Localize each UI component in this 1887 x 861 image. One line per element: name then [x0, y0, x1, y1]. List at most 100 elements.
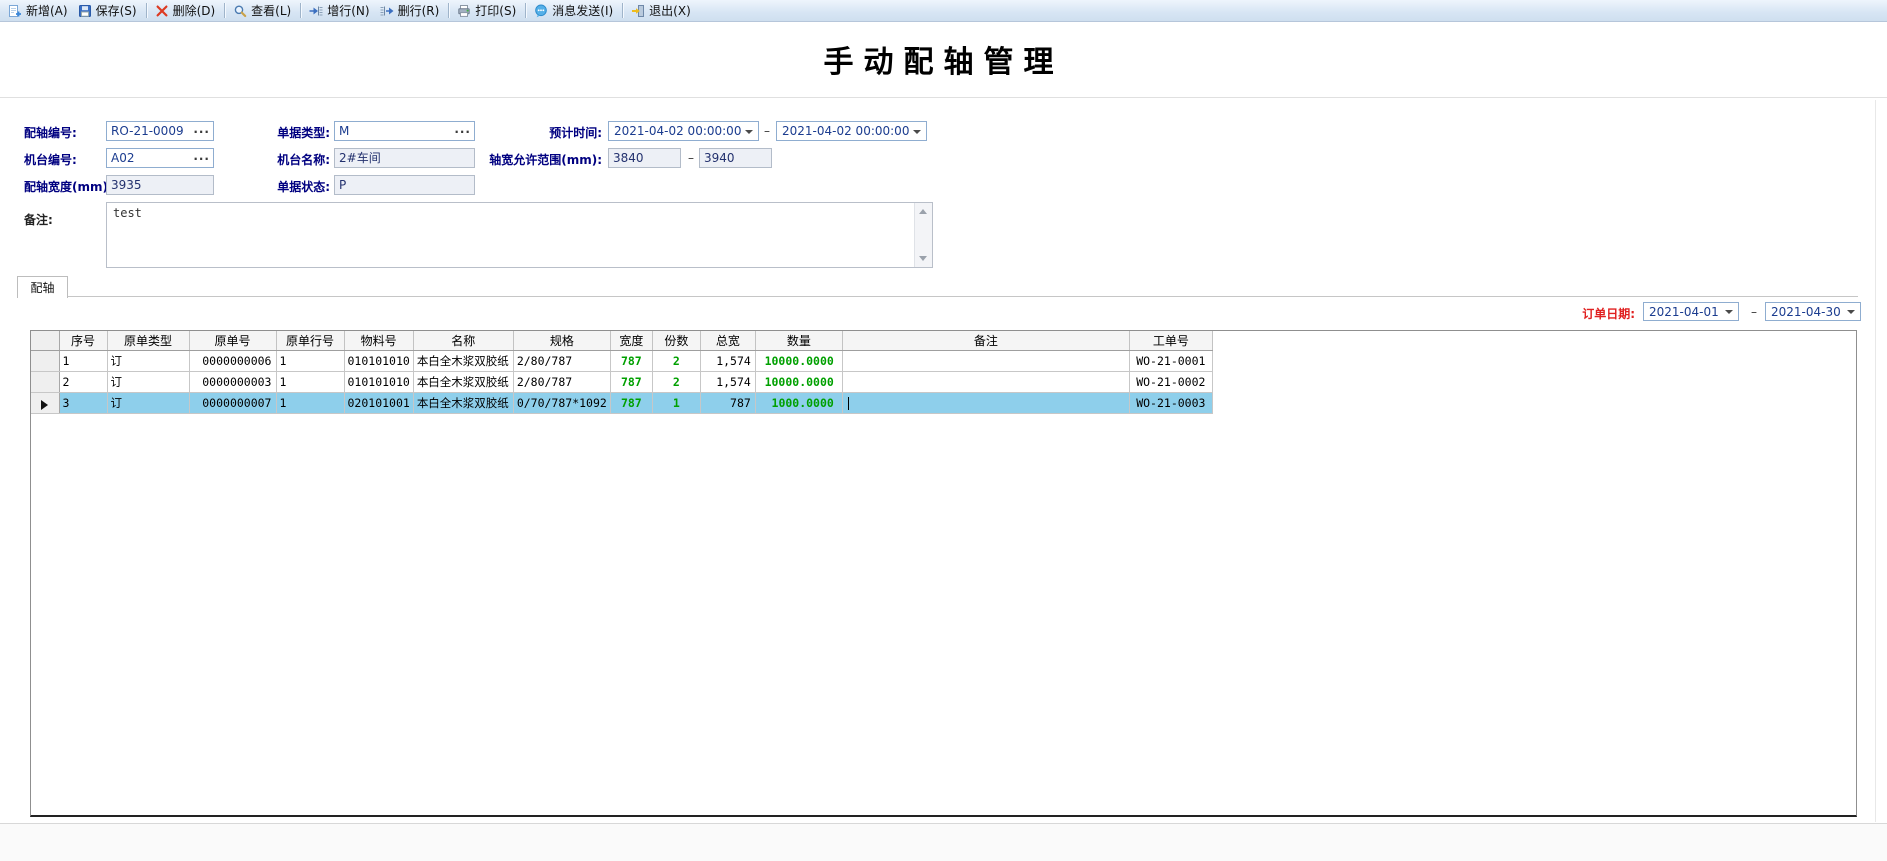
send-message-button[interactable]: 消息发送(I): [530, 1, 619, 20]
grid-cell[interactable]: 787: [610, 351, 652, 372]
grid-cell[interactable]: 10000.0000: [755, 372, 842, 393]
grid-header-cell[interactable]: 工单号: [1129, 331, 1212, 351]
toolbar-button-label: 删除(D): [173, 2, 216, 19]
peizhou-table: 序号原单类型原单号原单行号物料号名称规格宽度份数总宽数量备注工单号 1订0000…: [31, 331, 1213, 414]
order-date-to-combo[interactable]: 2021-04-30: [1765, 302, 1861, 321]
page-title: 手动配轴管理: [824, 37, 1064, 81]
axis-no-value: RO-21-0009: [111, 124, 184, 138]
grid-header-cell[interactable]: 原单行号: [276, 331, 344, 351]
grid-cell[interactable]: 010101010: [344, 351, 413, 372]
toolbar-button-label: 删行(R): [398, 2, 440, 19]
grid-cell[interactable]: 本白全木浆双胶纸: [413, 372, 513, 393]
save-button[interactable]: 保存(S): [74, 1, 143, 20]
grid-header-cell[interactable]: 规格: [513, 331, 610, 351]
row-selector-cell[interactable]: [31, 351, 59, 372]
toolbar-separator: [224, 3, 226, 18]
grid-header-cell[interactable]: 份数: [652, 331, 700, 351]
new-button[interactable]: 新增(A): [4, 1, 74, 20]
grid-header-cell[interactable]: 总宽: [700, 331, 755, 351]
grid-corner-cell[interactable]: [31, 331, 59, 351]
grid-cell[interactable]: 10000.0000: [755, 351, 842, 372]
grid-cell[interactable]: 订: [107, 393, 189, 414]
lookup-ellipsis-button[interactable]: ...: [193, 121, 210, 138]
grid-cell[interactable]: 0000000007: [189, 393, 276, 414]
grid-cell[interactable]: 010101010: [344, 372, 413, 393]
grid-header-cell[interactable]: 序号: [59, 331, 107, 351]
toolbar-separator: [525, 3, 527, 18]
axis-width-value: 3935: [111, 178, 142, 192]
grid-cell[interactable]: 0000000003: [189, 372, 276, 393]
axis-width-field: 3935: [106, 175, 214, 195]
grid-cell[interactable]: 1: [652, 393, 700, 414]
grid-header-cell[interactable]: 数量: [755, 331, 842, 351]
grid-cell[interactable]: 787: [700, 393, 755, 414]
grid-cell[interactable]: 2/80/787: [513, 372, 610, 393]
grid-header-cell[interactable]: 原单类型: [107, 331, 189, 351]
grid-cell[interactable]: 0/70/787*1092: [513, 393, 610, 414]
grid-cell[interactable]: 2: [652, 351, 700, 372]
add-row-button[interactable]: 增行(N): [305, 1, 375, 20]
grid-cell[interactable]: 020101001: [344, 393, 413, 414]
grid-header-cell[interactable]: 物料号: [344, 331, 413, 351]
grid-cell[interactable]: WO-21-0001: [1129, 351, 1212, 372]
delete-button[interactable]: 删除(D): [151, 1, 222, 20]
print-button[interactable]: 打印(S): [453, 1, 522, 20]
toolbar-button-label: 打印(S): [475, 2, 516, 19]
grid-cell[interactable]: 2/80/787: [513, 351, 610, 372]
grid-cell[interactable]: WO-21-0003: [1129, 393, 1212, 414]
grid-cell[interactable]: 3: [59, 393, 107, 414]
expect-time-to-combo[interactable]: 2021-04-02 00:00:00: [776, 121, 927, 141]
view-button[interactable]: 查看(L): [229, 1, 297, 20]
grid-cell[interactable]: 0000000006: [189, 351, 276, 372]
order-date-from-combo[interactable]: 2021-04-01: [1643, 302, 1739, 321]
grid-header-cell[interactable]: 备注: [842, 331, 1129, 351]
grid-cell[interactable]: 本白全木浆双胶纸: [413, 351, 513, 372]
grid-cell[interactable]: [842, 393, 1129, 414]
grid-cell[interactable]: 2: [652, 372, 700, 393]
grid-cell[interactable]: [842, 351, 1129, 372]
grid-cell[interactable]: 本白全木浆双胶纸: [413, 393, 513, 414]
grid-cell[interactable]: 1: [59, 351, 107, 372]
table-row[interactable]: 1订00000000061010101010本白全木浆双胶纸2/80/78778…: [31, 351, 1212, 372]
toolbar-button-label: 保存(S): [96, 2, 137, 19]
expect-time-from-combo[interactable]: 2021-04-02 00:00:00: [608, 121, 759, 141]
grid-cell[interactable]: 2: [59, 372, 107, 393]
grid-cell[interactable]: 订: [107, 351, 189, 372]
grid-cell[interactable]: 1: [276, 351, 344, 372]
delete-row-button[interactable]: 删行(R): [376, 1, 446, 20]
grid-cell[interactable]: 1,574: [700, 372, 755, 393]
grid-header-cell[interactable]: 原单号: [189, 331, 276, 351]
chevron-down-icon: [1725, 310, 1733, 314]
grid-cell[interactable]: 订: [107, 372, 189, 393]
add-row-icon: [309, 4, 323, 18]
remark-scrollbar[interactable]: [914, 203, 932, 267]
bottom-band: [0, 824, 1887, 861]
grid-header-cell[interactable]: 宽度: [610, 331, 652, 351]
scroll-down-icon[interactable]: [919, 256, 927, 261]
tab-strip-line: [17, 296, 1858, 297]
grid-cell[interactable]: [842, 372, 1129, 393]
grid-cell[interactable]: 1: [276, 393, 344, 414]
tab-peizhou[interactable]: 配轴: [17, 276, 68, 298]
machine-no-input[interactable]: A02 ...: [106, 148, 214, 168]
grid-cell[interactable]: WO-21-0002: [1129, 372, 1212, 393]
scroll-up-icon[interactable]: [919, 209, 927, 214]
right-edge-line: [1875, 100, 1876, 822]
grid-cell[interactable]: 787: [610, 372, 652, 393]
exit-button[interactable]: 退出(X): [627, 1, 697, 20]
remark-label: 备注:: [24, 211, 53, 228]
print-icon: [457, 4, 471, 18]
row-selector-cell[interactable]: [31, 393, 59, 414]
grid-header-cell[interactable]: 名称: [413, 331, 513, 351]
grid-cell[interactable]: 1,574: [700, 351, 755, 372]
grid-cell[interactable]: 1: [276, 372, 344, 393]
remark-textarea[interactable]: test: [106, 202, 933, 268]
grid-cell[interactable]: 1000.0000: [755, 393, 842, 414]
axis-no-input[interactable]: RO-21-0009 ...: [106, 121, 214, 141]
table-row[interactable]: 2订00000000031010101010本白全木浆双胶纸2/80/78778…: [31, 372, 1212, 393]
row-selector-cell[interactable]: [31, 372, 59, 393]
doc-type-value: M: [339, 124, 349, 138]
grid-cell[interactable]: 787: [610, 393, 652, 414]
lookup-ellipsis-button[interactable]: ...: [193, 148, 210, 165]
table-row[interactable]: 3订00000000071020101001本白全木浆双胶纸0/70/787*1…: [31, 393, 1212, 414]
